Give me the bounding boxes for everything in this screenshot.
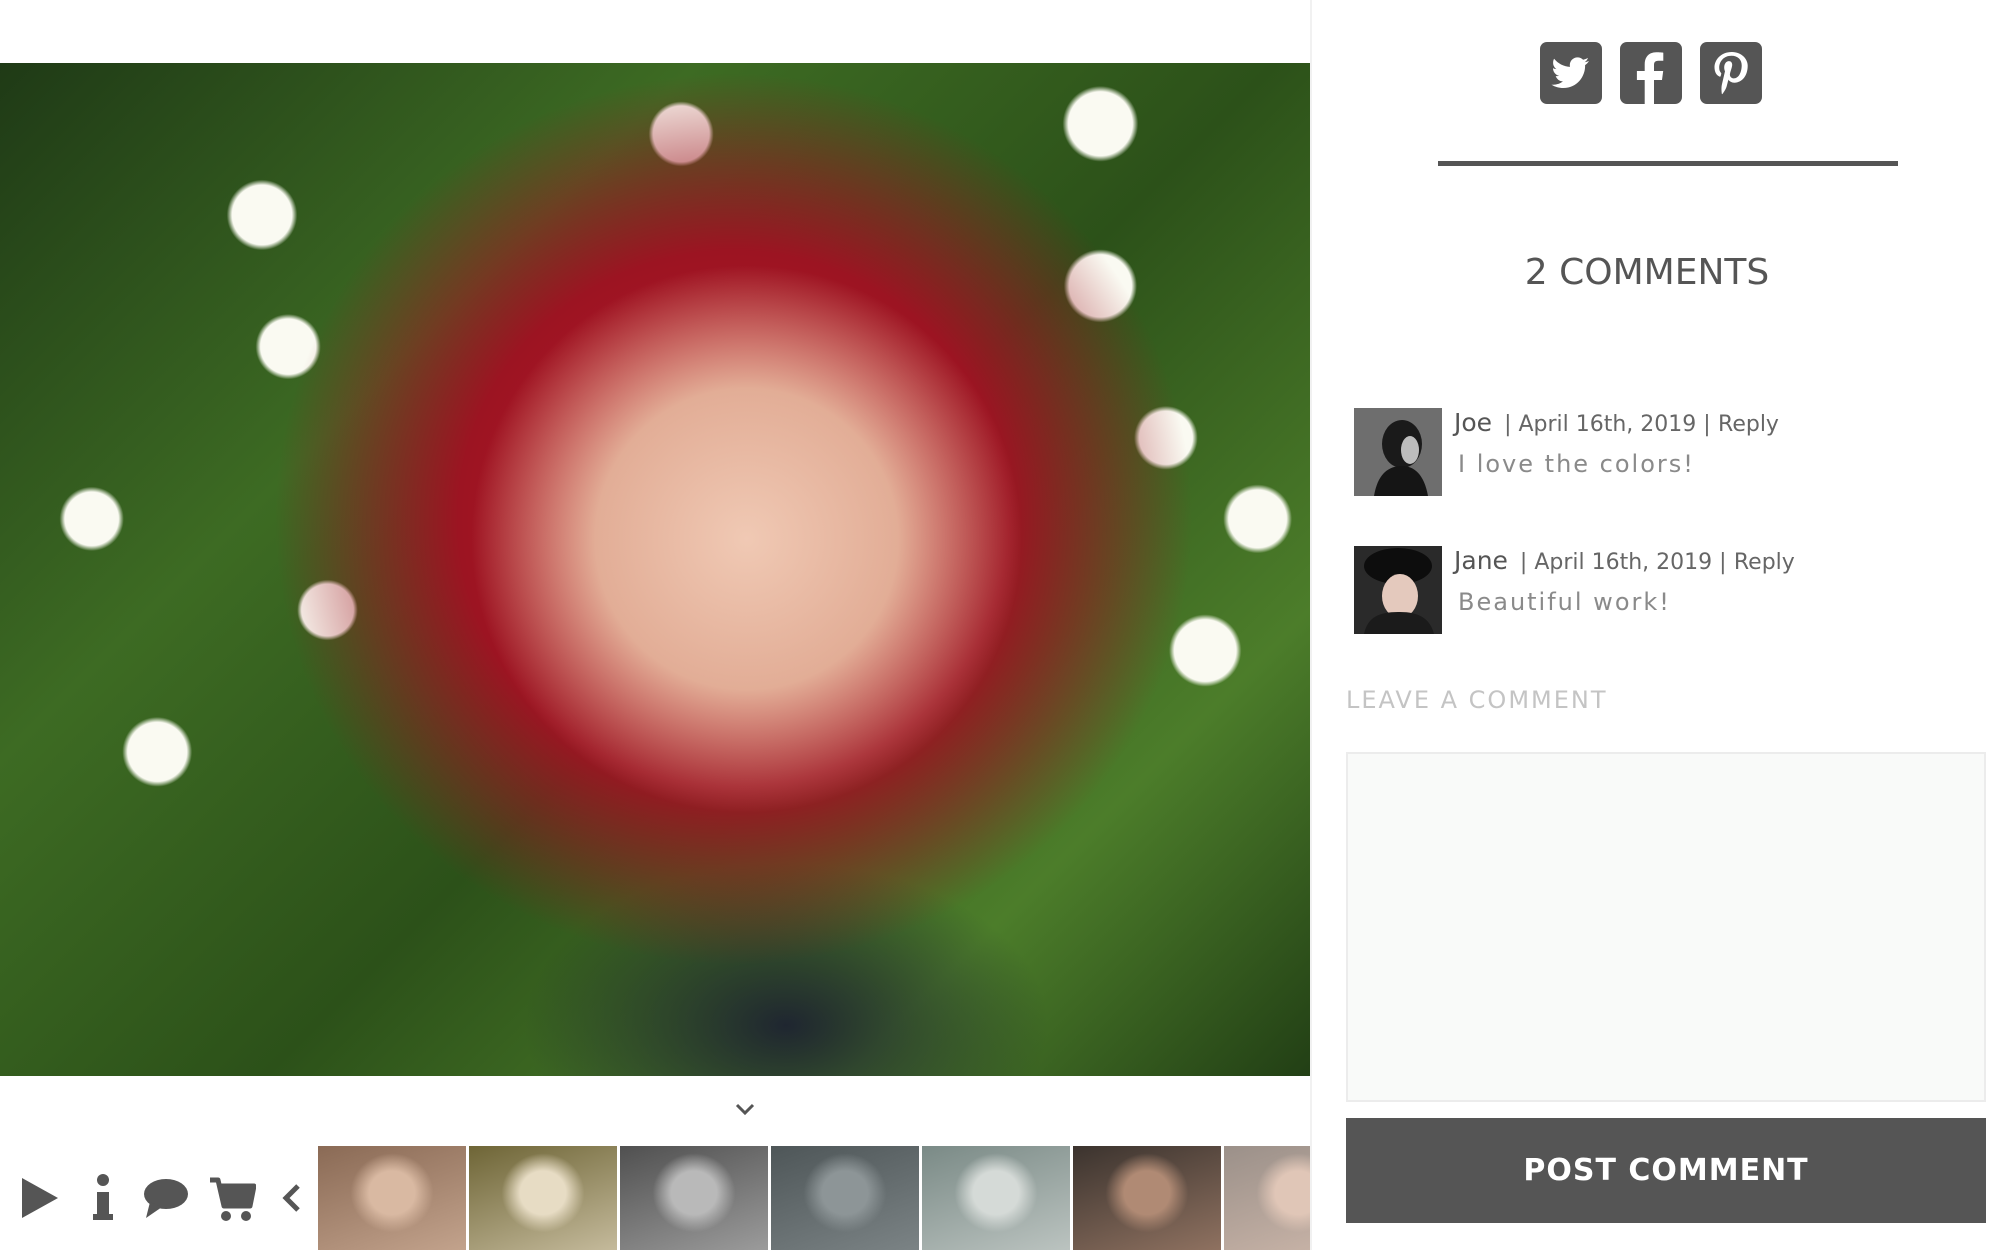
reply-link[interactable]: Reply [1734,550,1795,575]
thumbnail-3[interactable] [620,1146,768,1250]
thumbnail-7[interactable] [1224,1146,1310,1250]
avatar [1354,408,1442,496]
reply-link[interactable]: Reply [1718,412,1779,437]
comment-author: Jane [1454,546,1508,575]
comment-header: Joe | April 16th, 2019 | Reply [1454,408,1779,437]
thumbnail-1[interactable] [318,1146,466,1250]
chevron-left-icon[interactable] [282,1172,302,1224]
facebook-icon[interactable] [1620,42,1682,104]
thumbnail-2[interactable] [469,1146,617,1250]
play-icon[interactable] [20,1172,62,1224]
twitter-icon[interactable] [1540,42,1602,104]
comment-author: Joe [1454,408,1493,437]
comments-panel: 2 COMMENTS Joe | April 16th, 2019 | Reply… [1310,0,2000,1250]
comment-date: | April 16th, 2019 | [1504,412,1711,437]
leave-comment-label: LEAVE A COMMENT [1346,686,1608,714]
comment-text: Beautiful work! [1458,588,1671,616]
main-photo[interactable] [0,63,1310,1076]
thumbnail-6[interactable] [1073,1146,1221,1250]
post-comment-button[interactable]: POST COMMENT [1346,1118,1986,1223]
thumbnail-5[interactable] [922,1146,1070,1250]
thumbnail-4[interactable] [771,1146,919,1250]
comment-text: I love the colors! [1458,450,1695,478]
avatar [1354,546,1442,634]
comment-header: Jane | April 16th, 2019 | Reply [1454,546,1795,575]
comments-count-title: 2 COMMENTS [1524,252,1770,293]
info-icon[interactable] [92,1172,114,1224]
pinterest-icon[interactable] [1700,42,1762,104]
comment-icon[interactable] [142,1172,190,1224]
cart-icon[interactable] [208,1172,256,1224]
comment-item: Jane | April 16th, 2019 | Reply Beautiful… [1354,546,1954,636]
thumbnail-strip [318,1146,1310,1250]
comment-item: Joe | April 16th, 2019 | Reply I love the… [1354,408,1954,498]
comment-date: | April 16th, 2019 | [1519,550,1727,575]
chevron-down-icon[interactable] [733,1100,757,1124]
comment-textarea[interactable] [1346,752,1986,1102]
divider [1438,161,1898,166]
